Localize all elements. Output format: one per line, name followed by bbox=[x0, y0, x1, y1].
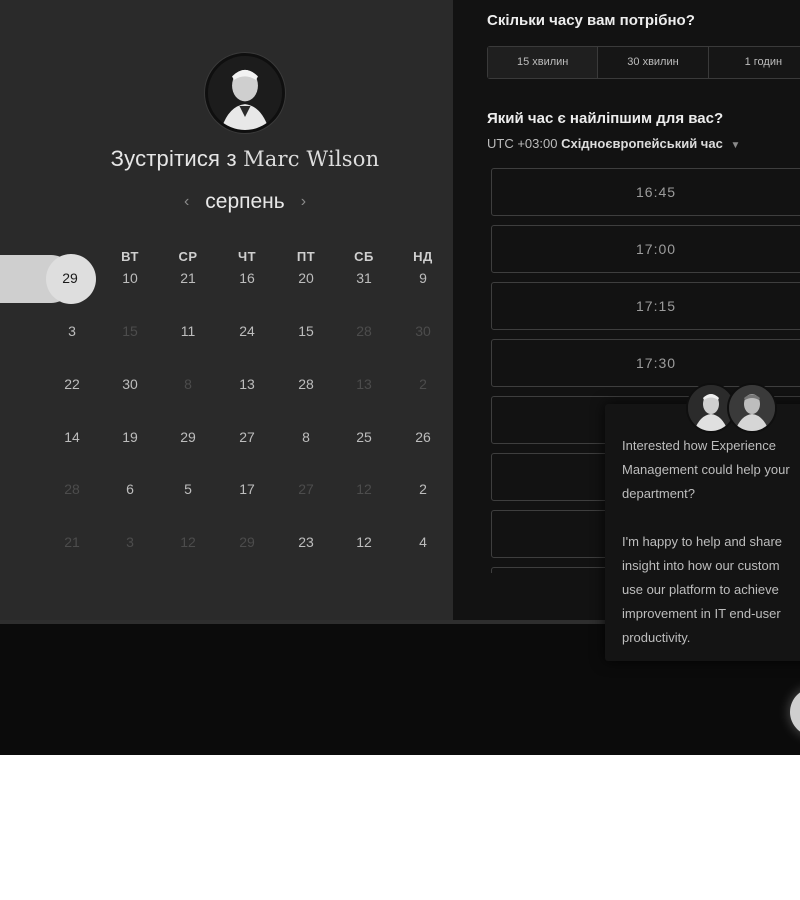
calendar-day: 3 bbox=[126, 534, 134, 550]
weekday-label: НД bbox=[413, 249, 433, 264]
calendar-day: 12 bbox=[180, 534, 196, 550]
chat-popup[interactable]: Interested how Experience Management cou… bbox=[605, 404, 800, 661]
timezone-offset: UTC +03:00 bbox=[487, 136, 558, 151]
agent-avatar bbox=[727, 383, 777, 433]
calendar-day[interactable]: 31 bbox=[344, 270, 384, 286]
calendar-panel: Зустрітися з Marc Wilson ‹ серпень › ВТ С… bbox=[0, 0, 453, 620]
calendar-day[interactable]: 26 bbox=[403, 429, 443, 445]
weekday-label: СР bbox=[178, 249, 198, 264]
time-slot[interactable]: 16:45 bbox=[491, 168, 800, 216]
host-avatar bbox=[205, 53, 285, 133]
time-slot-label: 16:45 bbox=[636, 184, 677, 200]
weekday-label: ЧТ bbox=[237, 249, 257, 264]
calendar-day[interactable]: 22 bbox=[52, 376, 92, 392]
meet-prefix: Зустрітися з bbox=[110, 146, 237, 171]
calendar-day[interactable]: 20 bbox=[286, 270, 326, 286]
chevron-right-icon[interactable]: › bbox=[301, 193, 306, 211]
month-label: серпень bbox=[205, 190, 285, 213]
time-slot[interactable]: 17:15 bbox=[491, 282, 800, 330]
calendar-day[interactable]: 3 bbox=[52, 323, 92, 339]
duration-option-30[interactable]: 30 хвилин bbox=[598, 47, 709, 78]
calendar-day[interactable]: 25 bbox=[344, 429, 384, 445]
calendar-day[interactable]: 30 bbox=[110, 376, 150, 392]
calendar-day[interactable]: 9 bbox=[403, 270, 443, 286]
calendar-day[interactable]: 8 bbox=[286, 429, 326, 445]
calendar-day[interactable]: 12 bbox=[344, 534, 384, 550]
app-window: Зустрітися з Marc Wilson ‹ серпень › ВТ С… bbox=[0, 0, 800, 755]
timezone-name: Східноєвропейський час bbox=[561, 136, 723, 151]
calendar-day[interactable]: 19 bbox=[110, 429, 150, 445]
calendar-day: 2 bbox=[419, 376, 427, 392]
calendar-day[interactable]: 14 bbox=[52, 429, 92, 445]
calendar-day[interactable]: 29 bbox=[168, 429, 208, 445]
calendar-day[interactable]: 21 bbox=[168, 270, 208, 286]
time-slot[interactable]: 17:30 bbox=[491, 339, 800, 387]
meeting-title: Зустрітися з Marc Wilson bbox=[0, 146, 490, 172]
calendar-day: 29 bbox=[239, 534, 255, 550]
calendar-day[interactable]: 16 bbox=[227, 270, 267, 286]
time-question: Який час є найліпшим для вас? bbox=[487, 110, 724, 127]
month-navigator: ‹ серпень › bbox=[0, 190, 490, 214]
host-name: Marc Wilson bbox=[243, 147, 380, 171]
calendar-day[interactable]: 27 bbox=[227, 429, 267, 445]
weekday-label: СБ bbox=[354, 249, 374, 264]
calendar-day: 30 bbox=[415, 323, 431, 339]
calendar-day[interactable]: 15 bbox=[286, 323, 326, 339]
calendar-day[interactable]: 6 bbox=[110, 481, 150, 497]
time-slot[interactable]: 17:00 bbox=[491, 225, 800, 273]
weekday-label: ВТ bbox=[121, 249, 139, 264]
time-slot-label: 17:00 bbox=[636, 241, 677, 257]
duration-question: Скільки часу вам потрібно? bbox=[487, 12, 695, 29]
chevron-left-icon[interactable]: ‹ bbox=[184, 193, 189, 211]
calendar-day[interactable]: 2 bbox=[403, 481, 443, 497]
calendar-day: 21 bbox=[64, 534, 80, 550]
chat-message: Interested how Experience Management cou… bbox=[622, 438, 790, 645]
calendar-day[interactable]: 13 bbox=[227, 376, 267, 392]
calendar-day: 8 bbox=[184, 376, 192, 392]
calendar-day[interactable]: 28 bbox=[286, 376, 326, 392]
time-slot-label: 17:15 bbox=[636, 298, 677, 314]
duration-selector: 15 хвилин 30 хвилин 1 годин bbox=[487, 46, 800, 79]
calendar-day[interactable]: 10 bbox=[110, 270, 150, 286]
calendar-day[interactable]: 11 bbox=[168, 323, 208, 339]
calendar-day: 27 bbox=[298, 481, 314, 497]
time-slot-label: 17:30 bbox=[636, 355, 677, 371]
chat-launcher-button[interactable] bbox=[790, 688, 800, 736]
calendar-day[interactable]: 24 bbox=[227, 323, 267, 339]
timezone-selector[interactable]: UTC +03:00 Східноєвропейський час ▼ bbox=[487, 136, 740, 151]
calendar-day: 13 bbox=[356, 376, 372, 392]
calendar-day[interactable]: 17 bbox=[227, 481, 267, 497]
calendar-day[interactable]: 4 bbox=[403, 534, 443, 550]
duration-option-15[interactable]: 15 хвилин bbox=[488, 47, 599, 78]
calendar-day[interactable]: 23 bbox=[286, 534, 326, 550]
calendar-day: 15 bbox=[122, 323, 138, 339]
selected-day[interactable]: 29 bbox=[50, 270, 90, 286]
duration-option-60[interactable]: 1 годин bbox=[709, 47, 800, 78]
caret-down-icon: ▼ bbox=[730, 140, 741, 151]
calendar-day: 12 bbox=[356, 481, 372, 497]
calendar-day: 28 bbox=[356, 323, 372, 339]
calendar-day: 28 bbox=[64, 481, 80, 497]
weekday-label: ПТ bbox=[296, 249, 316, 264]
calendar-day[interactable]: 5 bbox=[168, 481, 208, 497]
